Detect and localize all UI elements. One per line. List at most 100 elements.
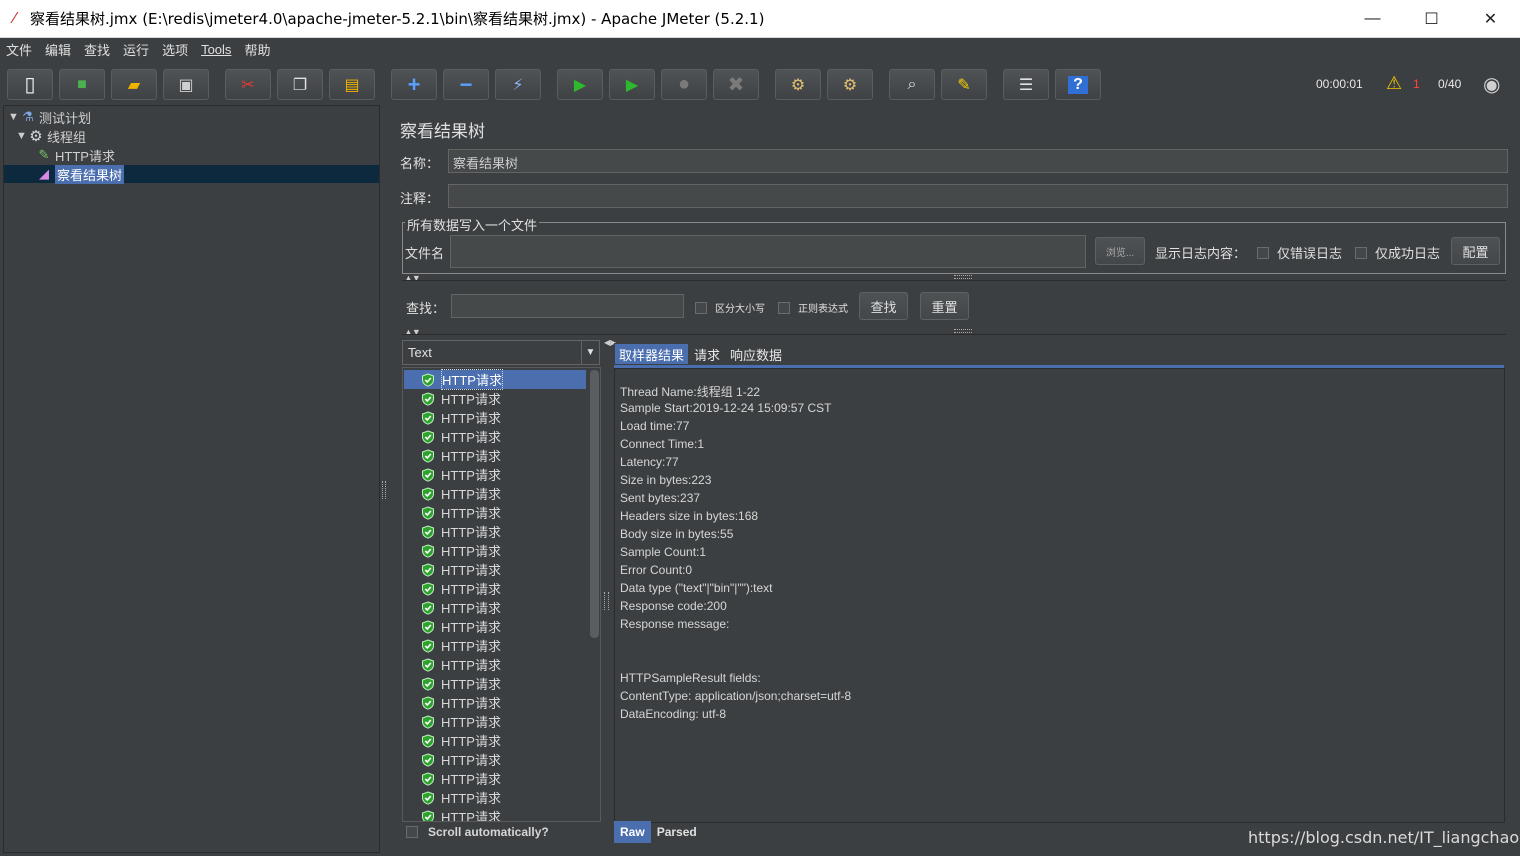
- expand-button[interactable]: +: [391, 69, 437, 100]
- pipette-icon: ✎: [38, 147, 50, 162]
- reset-search-button[interactable]: ✎: [941, 69, 987, 100]
- result-list-item[interactable]: HTTP请求: [404, 712, 586, 731]
- result-list-item[interactable]: HTTP请求: [404, 369, 586, 390]
- result-list-item[interactable]: HTTP请求: [404, 427, 586, 446]
- help-button[interactable]: ?: [1055, 69, 1101, 100]
- start-no-timers-button[interactable]: ▶: [609, 69, 655, 100]
- clear-all-button[interactable]: ⚙: [827, 69, 873, 100]
- errors-only-checkbox[interactable]: 仅错误日志: [1257, 243, 1342, 262]
- chevron-down-icon[interactable]: ▼: [581, 341, 599, 364]
- browse-button[interactable]: 浏览...: [1095, 237, 1145, 265]
- result-list-item[interactable]: HTTP请求: [404, 674, 586, 693]
- tree-node-view-results-tree[interactable]: ◢ 察看结果树: [4, 164, 379, 184]
- sampler-result-text[interactable]: Thread Name:线程组 1-22 Sample Start:2019-12…: [614, 368, 1505, 823]
- middle-divider[interactable]: ▲▼: [402, 327, 1506, 337]
- result-list-item[interactable]: HTTP请求: [404, 560, 586, 579]
- expand-toggle-icon[interactable]: ▼: [8, 111, 20, 123]
- toggle-button[interactable]: ⚡: [495, 69, 541, 100]
- menu-search[interactable]: 查找: [84, 40, 110, 59]
- result-list-item[interactable]: HTTP请求: [404, 693, 586, 712]
- result-list-item[interactable]: HTTP请求: [404, 731, 586, 750]
- result-list-item[interactable]: HTTP请求: [404, 807, 586, 821]
- copy-button[interactable]: ❐: [277, 69, 323, 100]
- clear-button[interactable]: ⚙: [775, 69, 821, 100]
- warning-count[interactable]: 1: [1413, 77, 1420, 91]
- tree-node-thread-group[interactable]: ▼ ⚙ 线程组: [16, 127, 86, 145]
- tab-response-data[interactable]: 响应数据: [725, 343, 788, 365]
- success-shield-icon: [422, 581, 434, 596]
- templates-button[interactable]: ■: [59, 69, 105, 100]
- regex-checkbox[interactable]: 正则表达式: [778, 300, 848, 315]
- search-field[interactable]: [451, 294, 684, 318]
- warning-icon[interactable]: ⚠: [1386, 73, 1402, 94]
- sample-result-list[interactable]: HTTP请求 HTTP请求 HTTP请求 HTTP请求 HTTP请求 HTTP请求 HTTP…: [402, 367, 601, 822]
- main-splitter[interactable]: [380, 105, 388, 853]
- stop-button[interactable]: ●: [661, 69, 707, 100]
- tab-parsed[interactable]: Parsed: [651, 821, 703, 843]
- result-list-item[interactable]: HTTP请求: [404, 541, 586, 560]
- result-list-item[interactable]: HTTP请求: [404, 408, 586, 427]
- tab-request[interactable]: 请求: [689, 343, 726, 365]
- find-button[interactable]: 查找: [859, 292, 908, 320]
- name-field[interactable]: 察看结果树: [448, 149, 1508, 173]
- result-list-item[interactable]: HTTP请求: [404, 389, 586, 408]
- function-helper-icon: ☰: [1018, 76, 1034, 94]
- search-label: 查找：: [406, 301, 446, 316]
- result-list-item[interactable]: HTTP请求: [404, 579, 586, 598]
- results-splitter[interactable]: ◀▶: [603, 338, 616, 850]
- result-text-line: Latency:77: [620, 455, 679, 469]
- filename-field[interactable]: [450, 235, 1086, 268]
- start-button[interactable]: ▶: [557, 69, 603, 100]
- tree-node-http-request[interactable]: ✎ HTTP请求: [36, 146, 115, 164]
- success-only-checkbox[interactable]: 仅成功日志: [1355, 243, 1440, 262]
- menu-run[interactable]: 运行: [123, 40, 149, 59]
- menu-options[interactable]: 选项: [162, 40, 188, 59]
- close-button[interactable]: ✕: [1461, 0, 1520, 38]
- remote-status-icon[interactable]: ◉: [1483, 72, 1500, 97]
- comment-field[interactable]: [448, 184, 1508, 208]
- open-button[interactable]: ▰: [111, 69, 157, 100]
- tab-raw[interactable]: Raw: [614, 821, 651, 843]
- result-list-item[interactable]: HTTP请求: [404, 655, 586, 674]
- paste-button[interactable]: ▤: [329, 69, 375, 100]
- configure-button[interactable]: 配置: [1451, 237, 1500, 265]
- new-button[interactable]: ▯: [7, 69, 53, 100]
- result-text-line: Sample Start:2019-12-24 15:09:57 CST: [620, 401, 832, 415]
- renderer-select[interactable]: Text ▼: [402, 340, 600, 365]
- result-list-item[interactable]: HTTP请求: [404, 484, 586, 503]
- tree-node-test-plan[interactable]: ▼ ⚗ 测试计划: [8, 108, 91, 126]
- result-list-item[interactable]: HTTP请求: [404, 598, 586, 617]
- case-sensitive-checkbox[interactable]: 区分大小写: [695, 300, 765, 315]
- expand-toggle-icon[interactable]: ▼: [16, 130, 28, 142]
- maximize-button[interactable]: ☐: [1402, 0, 1461, 38]
- shutdown-button[interactable]: ✖: [713, 69, 759, 100]
- result-list-item[interactable]: HTTP请求: [404, 636, 586, 655]
- tab-sampler-result[interactable]: 取样器结果: [614, 343, 690, 365]
- menu-file[interactable]: 文件: [6, 40, 32, 59]
- result-list-item[interactable]: HTTP请求: [404, 465, 586, 484]
- result-list-item[interactable]: HTTP请求: [404, 446, 586, 465]
- log-display-label: 显示日志内容：: [1155, 246, 1247, 261]
- search-button[interactable]: ⌕: [889, 69, 935, 100]
- result-list-item[interactable]: HTTP请求: [404, 522, 586, 541]
- minimize-button[interactable]: —: [1343, 0, 1402, 38]
- result-text-line: Response message:: [620, 617, 730, 631]
- result-list-item[interactable]: HTTP请求: [404, 617, 586, 636]
- scroll-automatically-checkbox[interactable]: Scroll automatically?: [406, 825, 549, 839]
- menu-help[interactable]: 帮助: [244, 40, 270, 59]
- collapse-button[interactable]: −: [443, 69, 489, 100]
- reset-button[interactable]: 重置: [920, 292, 969, 320]
- result-list-item[interactable]: HTTP请求: [404, 788, 586, 807]
- save-button[interactable]: ▣: [163, 69, 209, 100]
- result-list-item[interactable]: HTTP请求: [404, 750, 586, 769]
- view-mode-tabs: Raw Parsed: [614, 821, 703, 843]
- top-divider[interactable]: ▲▼: [402, 273, 1506, 283]
- success-shield-icon: [422, 771, 434, 786]
- menu-tools[interactable]: Tools: [201, 42, 231, 57]
- result-list-item[interactable]: HTTP请求: [404, 503, 586, 522]
- menu-edit[interactable]: 编辑: [45, 40, 71, 59]
- cut-button[interactable]: ✂: [225, 69, 271, 100]
- function-helper-button[interactable]: ☰: [1003, 69, 1049, 100]
- result-list-item[interactable]: HTTP请求: [404, 769, 586, 788]
- list-scrollbar[interactable]: [590, 370, 599, 638]
